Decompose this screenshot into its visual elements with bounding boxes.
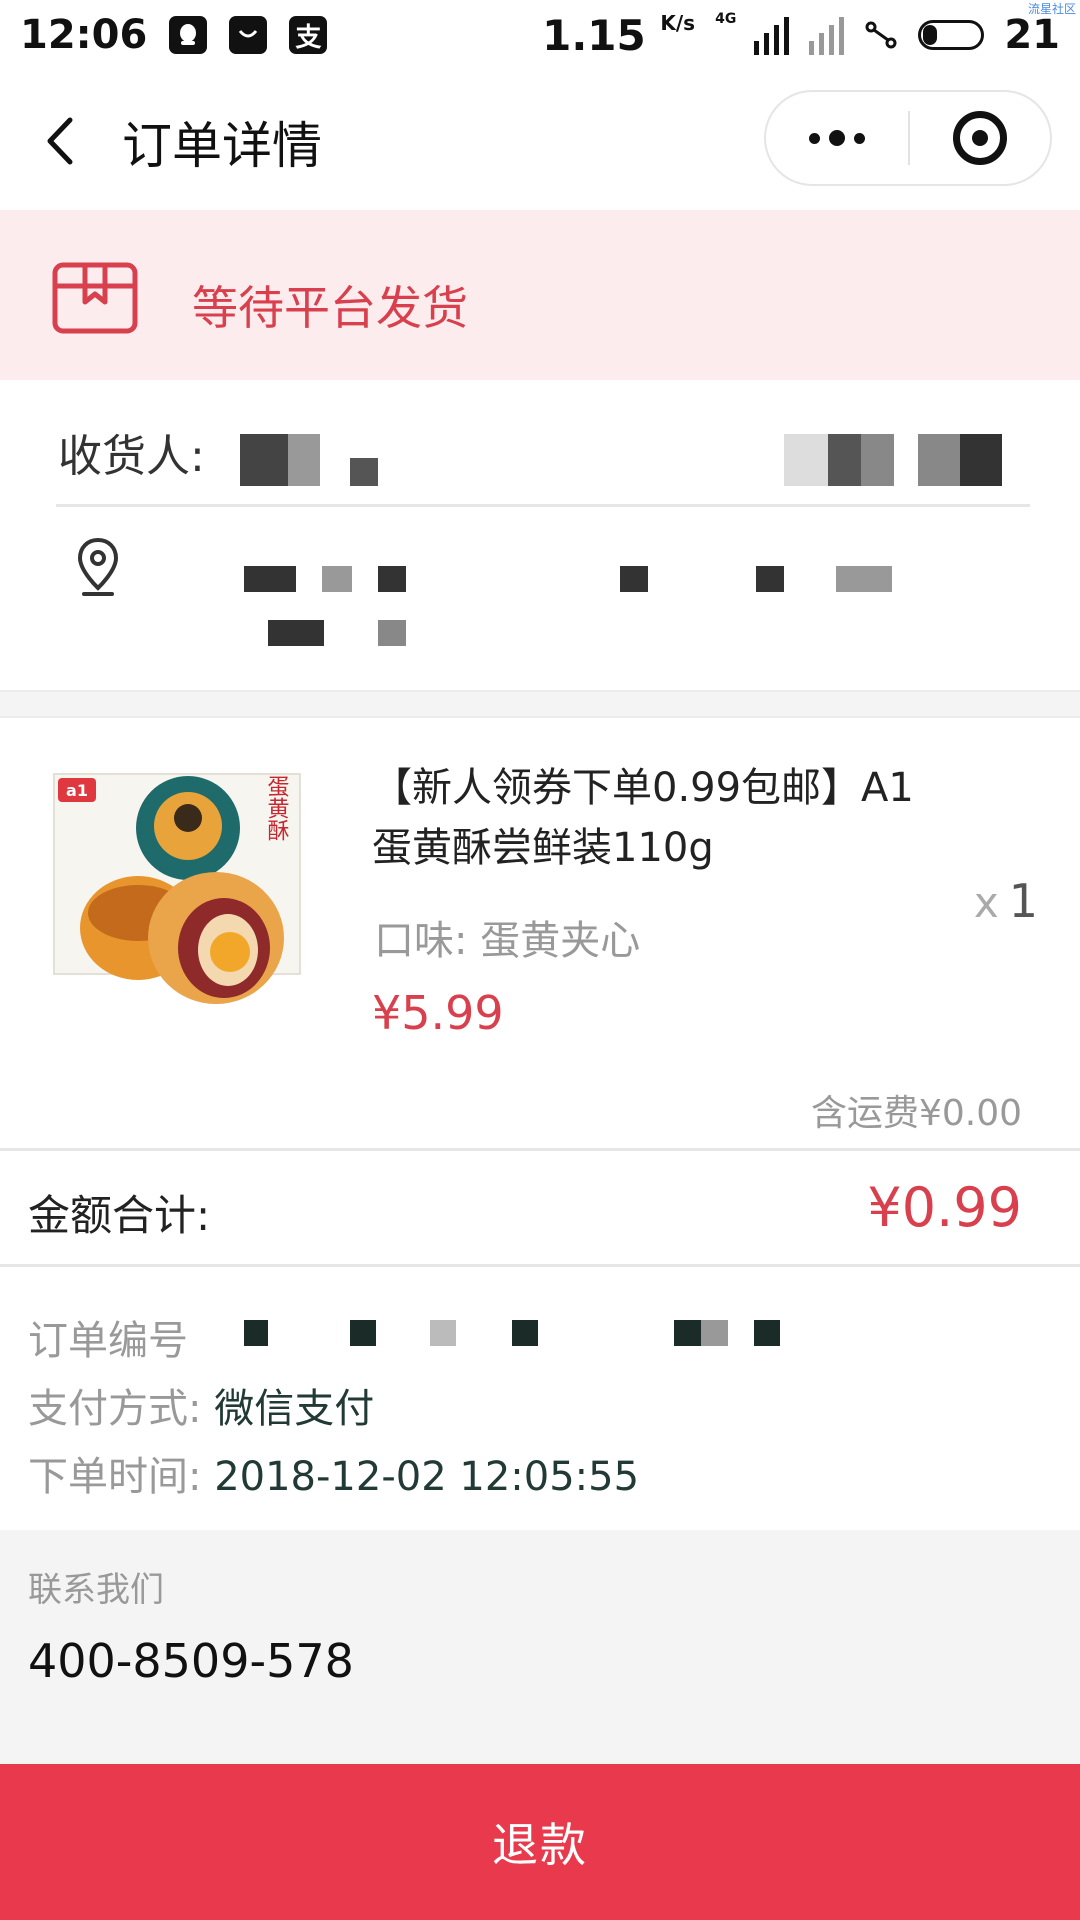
order-total-row: 金额合计: ¥0.99 (0, 1152, 1080, 1267)
contact-phone-number[interactable]: 400-8509-578 (28, 1634, 354, 1688)
status-time: 12:06 (20, 12, 148, 58)
corner-watermark: 流星社区 (1027, 2, 1076, 16)
order-detail-page: 12:06 支 1.15 K/s 4G 21 流星社区 订单详情 等待平台发货 … (0, 0, 1080, 1920)
total-amount: ¥0.99 (867, 1176, 1022, 1239)
quantity-prefix: x (973, 878, 999, 927)
payment-method-label: 支付方式: (28, 1386, 202, 1432)
qq-notification-icon (169, 16, 208, 54)
payment-method-value: 微信支付 (214, 1386, 375, 1432)
order-number-row: 订单编号 (28, 1308, 188, 1366)
product-price: ¥5.99 (372, 986, 504, 1040)
contact-section: 联系我们 400-8509-578 (0, 1530, 1080, 1764)
quantity-value: 1 (1008, 874, 1038, 928)
product-card[interactable]: a1 蛋黄酥 【新人领券下单0.99包邮】A1蛋黄酥尝鲜装110g 口味: 蛋黄… (0, 718, 1080, 1151)
section-separator (0, 690, 1080, 718)
refund-button[interactable]: 退款 (0, 1764, 1080, 1920)
navigation-bar: 订单详情 (0, 70, 1080, 210)
receiver-label: 收货人: (58, 431, 205, 482)
product-image: a1 蛋黄酥 (53, 773, 301, 1004)
package-box-icon (52, 262, 138, 334)
total-label: 金额合计: (28, 1191, 211, 1240)
secondary-signal-icon (809, 15, 845, 55)
network-type-label: 4G (715, 10, 737, 27)
mini-program-capsule (764, 90, 1052, 186)
order-status-text: 等待平台发货 (192, 281, 468, 335)
total-divider (0, 1264, 1080, 1267)
contact-title: 联系我们 (28, 1570, 164, 1610)
shipping-fee: 含运费¥0.00 (810, 1093, 1022, 1134)
order-time-value: 2018-12-02 12:05:55 (214, 1454, 640, 1500)
more-dot-icon (809, 132, 820, 144)
product-brand-logo: a1 (66, 781, 88, 800)
product-quantity: x1 (974, 874, 1038, 928)
address-divider (56, 504, 1030, 507)
close-mini-program-button[interactable] (910, 92, 1050, 184)
alipay-notification-icon: 支 (289, 16, 328, 54)
more-dot-icon (829, 130, 845, 146)
shipping-address-card[interactable]: 收货人: (0, 380, 1080, 690)
more-dot-icon (854, 132, 865, 144)
product-option: 口味: 蛋黄夹心 (374, 918, 641, 964)
order-time-row: 下单时间: 2018-12-02 12:05:55 (28, 1444, 639, 1502)
back-arrow-icon[interactable] (40, 116, 80, 166)
product-divider (0, 1148, 1080, 1151)
order-number-label: 订单编号 (28, 1318, 188, 1364)
battery-level: 21 (1004, 12, 1060, 58)
shopping-bag-notification-icon (229, 16, 268, 54)
order-status-banner: 等待平台发货 (0, 210, 1080, 380)
order-info-section: 订单编号 支付方式: 微信支付 下单时间: 2018-12-02 12:05:5… (0, 1268, 1080, 1530)
battery-icon (918, 20, 985, 50)
status-bar: 12:06 支 1.15 K/s 4G 21 流星社区 (0, 0, 1080, 70)
product-box-title: 蛋黄酥 (264, 775, 290, 841)
product-title: 【新人领券下单0.99包邮】A1蛋黄酥尝鲜装110g (372, 765, 914, 871)
signal-strength-icon (754, 15, 790, 55)
network-speed: 1.15 K/s (542, 10, 696, 60)
order-time-label: 下单时间: (28, 1454, 202, 1500)
more-options-button[interactable] (766, 92, 908, 184)
location-pin-icon (77, 537, 119, 596)
link-icon (865, 21, 897, 49)
page-title: 订单详情 (122, 117, 322, 175)
target-circle-icon (953, 111, 1007, 165)
payment-method-row: 支付方式: 微信支付 (28, 1376, 374, 1434)
